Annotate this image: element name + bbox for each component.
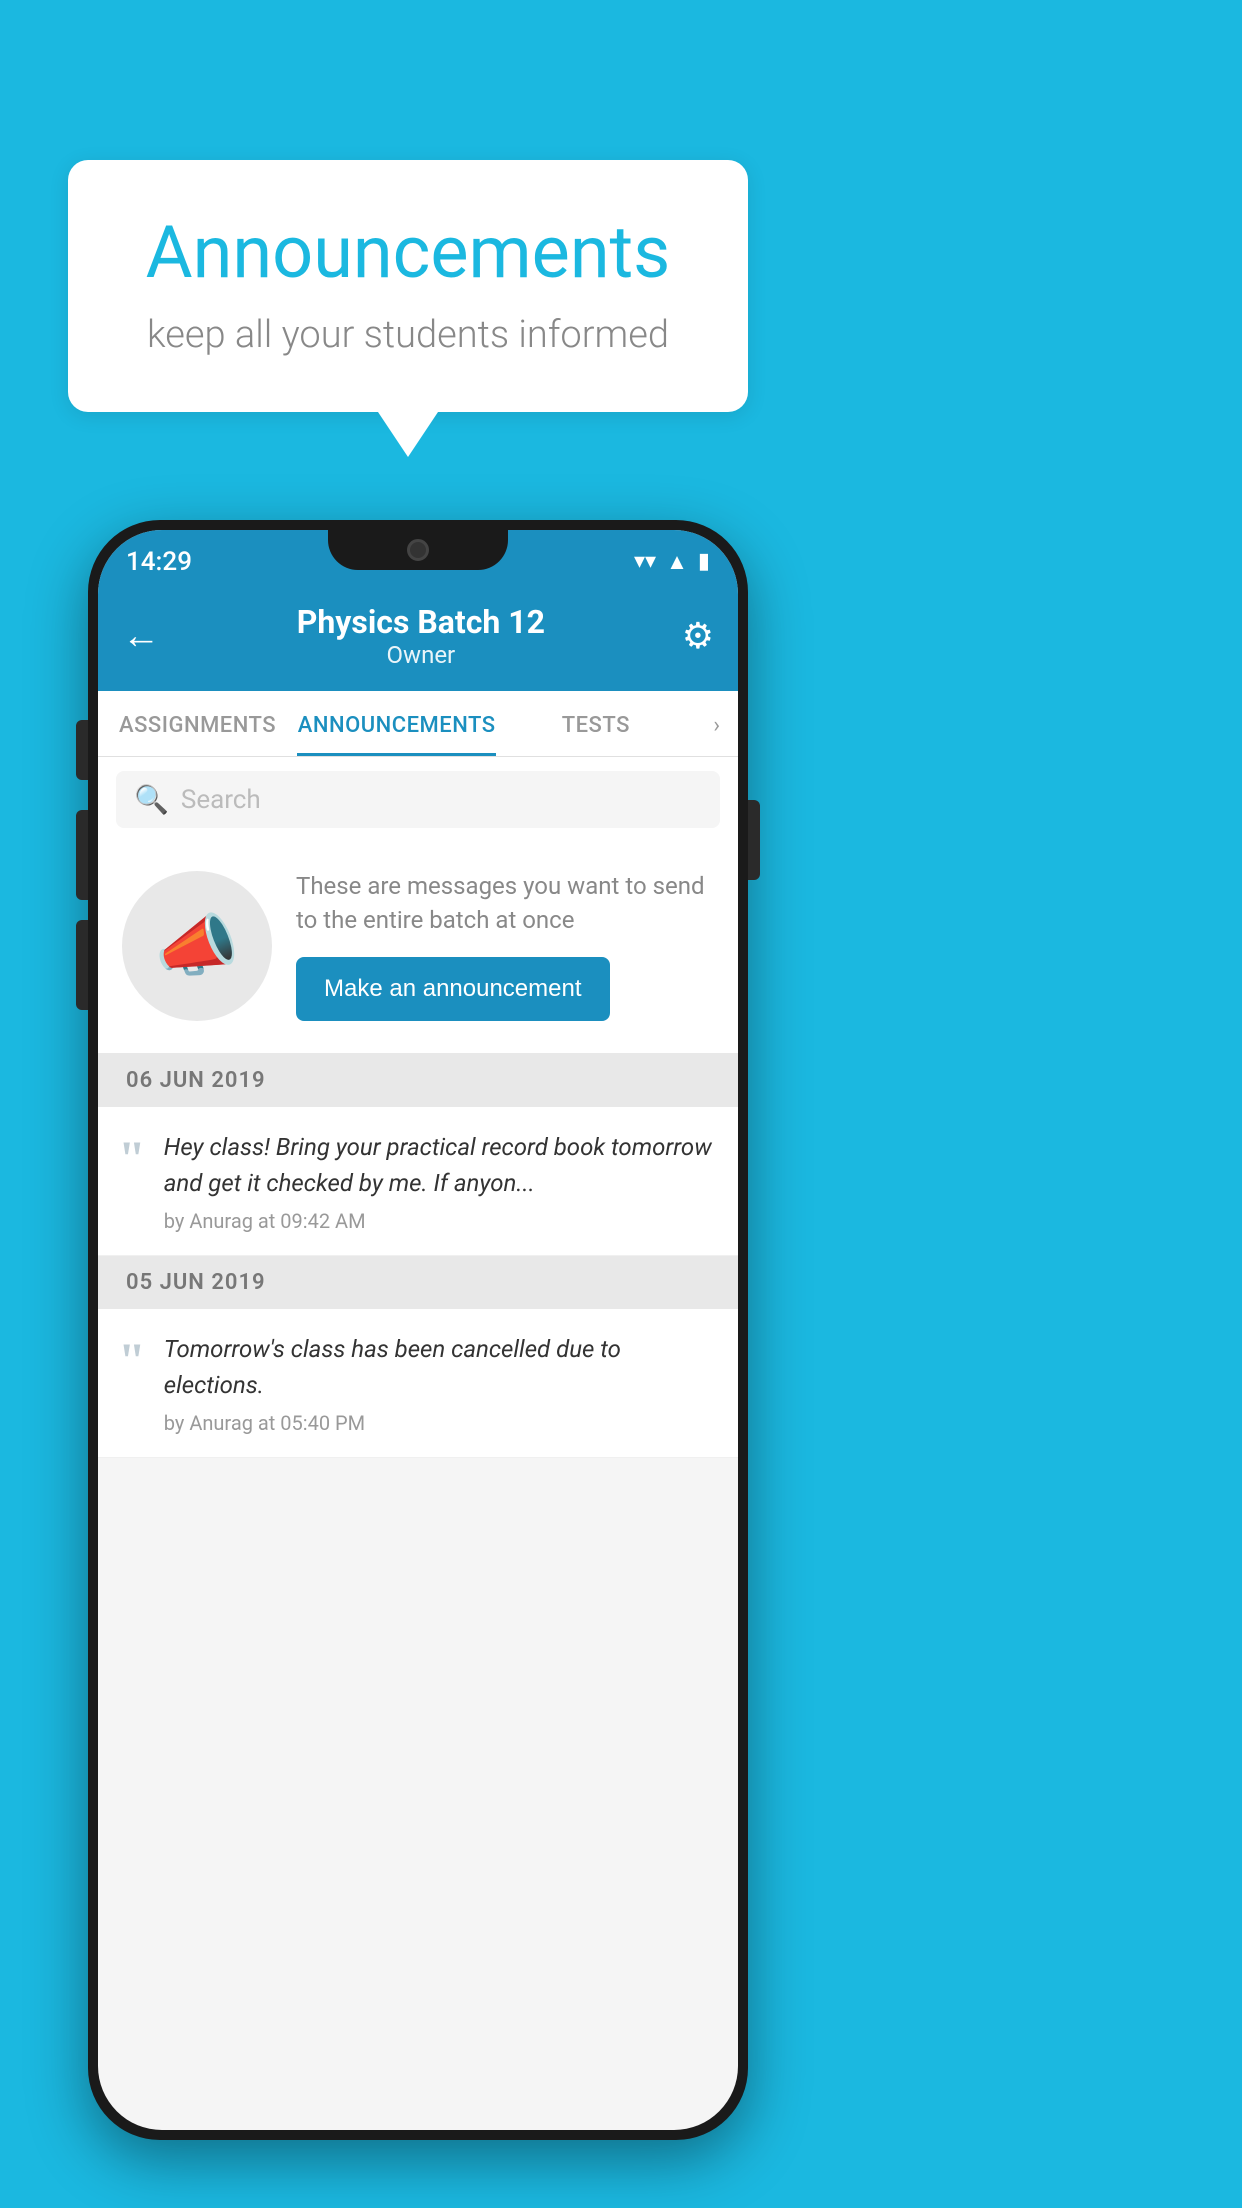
- status-icons: ▾▾ ▲ ▮: [634, 549, 710, 575]
- quote-icon-1: ": [118, 1133, 146, 1183]
- search-bar[interactable]: 🔍 Search: [116, 771, 720, 828]
- announcement-text-1: Hey class! Bring your practical record b…: [164, 1129, 714, 1201]
- speech-bubble-container: Announcements keep all your students inf…: [68, 160, 748, 412]
- status-time: 14:29: [126, 547, 192, 577]
- date-separator-1: 06 JUN 2019: [98, 1054, 738, 1107]
- owner-subtitle: Owner: [297, 641, 545, 669]
- volume-down-button: [76, 920, 88, 1010]
- announcement-text-2: Tomorrow's class has been cancelled due …: [164, 1331, 714, 1403]
- battery-icon: ▮: [698, 549, 710, 574]
- tab-tests[interactable]: TESTS: [496, 691, 695, 756]
- bubble-title: Announcements: [128, 210, 688, 295]
- tabs-bar: ASSIGNMENTS ANNOUNCEMENTS TESTS ›: [98, 691, 738, 757]
- megaphone-icon-circle: 📣: [122, 871, 272, 1021]
- volume-silent-button: [76, 720, 88, 780]
- tab-assignments[interactable]: ASSIGNMENTS: [98, 691, 297, 756]
- announcement-content-2: Tomorrow's class has been cancelled due …: [164, 1331, 714, 1435]
- header-title-group: Physics Batch 12 Owner: [297, 603, 545, 669]
- front-camera: [407, 539, 429, 561]
- announcement-meta-2: by Anurag at 05:40 PM: [164, 1411, 714, 1435]
- volume-up-button: [76, 810, 88, 900]
- app-header: ← Physics Batch 12 Owner ⚙: [98, 585, 738, 691]
- make-announcement-button[interactable]: Make an announcement: [296, 957, 610, 1021]
- batch-title: Physics Batch 12: [297, 603, 545, 641]
- tab-more-icon[interactable]: ›: [695, 691, 738, 756]
- phone-notch: [328, 530, 508, 570]
- announcement-item-1[interactable]: " Hey class! Bring your practical record…: [98, 1107, 738, 1256]
- search-container: 🔍 Search: [98, 757, 738, 842]
- search-input[interactable]: Search: [181, 785, 261, 815]
- announcement-meta-1: by Anurag at 09:42 AM: [164, 1209, 714, 1233]
- announce-description: These are messages you want to send to t…: [296, 870, 714, 937]
- wifi-icon: ▾▾: [634, 549, 656, 574]
- announcement-content-1: Hey class! Bring your practical record b…: [164, 1129, 714, 1233]
- megaphone-icon: 📣: [155, 906, 240, 986]
- phone-screen: 14:29 ▾▾ ▲ ▮ ← Physics Batch 12 Owner ⚙ …: [98, 530, 738, 2130]
- announce-right-panel: These are messages you want to send to t…: [296, 870, 714, 1021]
- tab-announcements[interactable]: ANNOUNCEMENTS: [297, 691, 496, 756]
- speech-bubble: Announcements keep all your students inf…: [68, 160, 748, 412]
- power-button: [748, 800, 760, 880]
- date-separator-2: 05 JUN 2019: [98, 1256, 738, 1309]
- search-icon: 🔍: [134, 783, 169, 816]
- settings-icon[interactable]: ⚙: [682, 615, 714, 657]
- announcement-prompt: 📣 These are messages you want to send to…: [98, 842, 738, 1054]
- signal-icon: ▲: [666, 549, 688, 575]
- announcement-item-2[interactable]: " Tomorrow's class has been cancelled du…: [98, 1309, 738, 1458]
- quote-icon-2: ": [118, 1335, 146, 1385]
- phone-frame: 14:29 ▾▾ ▲ ▮ ← Physics Batch 12 Owner ⚙ …: [88, 520, 748, 2140]
- back-button[interactable]: ←: [122, 614, 160, 658]
- bubble-subtitle: keep all your students informed: [128, 313, 688, 357]
